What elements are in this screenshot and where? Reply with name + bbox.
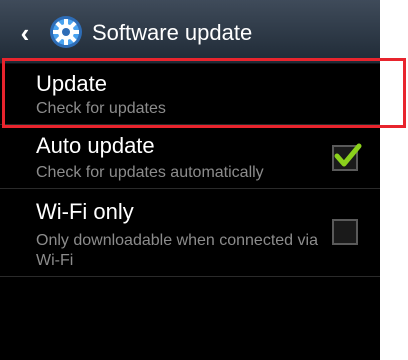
wifi-only-item[interactable]: Wi-Fi only Only downloadable when connec… bbox=[0, 189, 380, 277]
update-title: Update bbox=[36, 71, 107, 96]
action-bar: ‹ Software update bbox=[0, 0, 380, 64]
auto-update-subtitle: Check for updates automatically bbox=[36, 164, 264, 181]
checkmark-icon bbox=[334, 143, 362, 167]
wifi-only-subtitle: Only downloadable when connected via Wi-… bbox=[36, 232, 318, 269]
settings-gear-icon[interactable] bbox=[48, 14, 84, 50]
auto-update-item[interactable]: Auto update Check for updates automatica… bbox=[0, 125, 380, 189]
page-title: Software update bbox=[92, 20, 253, 45]
screen: ‹ Software update Update Check for updat… bbox=[0, 0, 380, 360]
wifi-only-checkbox[interactable] bbox=[332, 219, 358, 245]
chevron-left-icon[interactable]: ‹ bbox=[12, 19, 38, 47]
auto-update-title: Auto update bbox=[36, 133, 155, 158]
wifi-only-title: Wi-Fi only bbox=[36, 199, 134, 224]
update-subtitle: Check for updates bbox=[36, 100, 166, 117]
auto-update-checkbox[interactable] bbox=[332, 143, 362, 171]
update-item[interactable]: Update Check for updates bbox=[0, 65, 380, 125]
